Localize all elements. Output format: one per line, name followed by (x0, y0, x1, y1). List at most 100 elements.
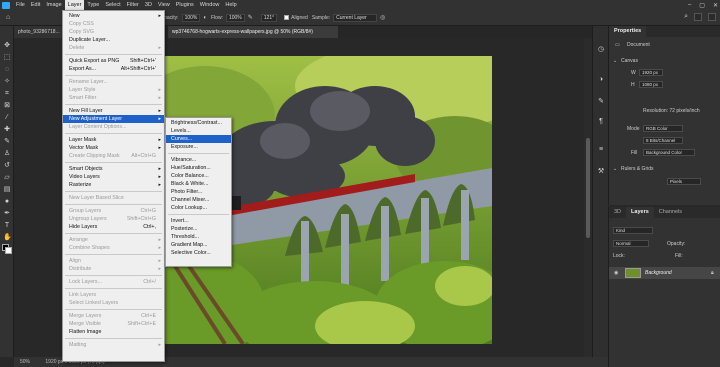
adjustment-item-color-balance[interactable]: Color Balance... (166, 172, 231, 180)
width-field[interactable]: 1920 px (639, 69, 663, 76)
menu-item-quick-export-as-png[interactable]: Quick Export as PNG Shift+Ctrl+' (63, 57, 164, 65)
adjustment-item-vibrance[interactable]: Vibrance... (166, 156, 231, 164)
menu-item-arrange[interactable]: Arrange ▸ (63, 236, 164, 244)
height-field[interactable]: 1080 px (639, 81, 663, 88)
hand-tool-icon[interactable]: ✋ (3, 234, 12, 242)
search-icon[interactable]: ⌕ (684, 13, 688, 21)
airbrush-icon[interactable]: ✎ (248, 14, 253, 21)
tab-3d[interactable]: 3D (609, 207, 626, 218)
menu-help[interactable]: Help (222, 0, 239, 10)
sample-select[interactable]: Current Layer (333, 13, 378, 22)
menu-item-export-as[interactable]: Export As... Alt+Shift+Ctrl+' (63, 65, 164, 73)
menu-item-rename-layer[interactable]: Rename Layer... (63, 78, 164, 86)
menu-item-layer-content-options[interactable]: Layer Content Options... (63, 123, 164, 131)
tab-properties[interactable]: Properties (609, 26, 647, 37)
menu-item-delete[interactable]: Delete ▸ (63, 44, 164, 52)
close-icon[interactable]: ✕ (713, 2, 718, 9)
menu-item-video-layers[interactable]: Video Layers ▸ (63, 173, 164, 181)
eraser-tool-icon[interactable]: ▱ (3, 174, 11, 182)
mode-select[interactable]: RGB Color (643, 125, 683, 132)
menu-image[interactable]: Image (43, 0, 64, 10)
quick-select-tool-icon[interactable]: ✧ (3, 78, 11, 86)
tool-presets-icon[interactable]: ⚒ (597, 168, 605, 176)
menu-file[interactable]: File (13, 0, 28, 10)
gradient-tool-icon[interactable]: ▤ (3, 186, 11, 194)
menu-window[interactable]: Window (197, 0, 223, 10)
menu-item-ungroup-layers[interactable]: Ungroup Layers Shift+Ctrl+G (63, 215, 164, 223)
frame-tool-icon[interactable]: ⊠ (3, 102, 11, 110)
adjustment-item-threshold[interactable]: Threshold... (166, 233, 231, 241)
clone-stamp-tool-icon[interactable]: ⌂ (6, 14, 10, 21)
menu-item-new-layer-based-slice[interactable]: New Layer Based Slice (63, 194, 164, 202)
adjustment-item-hue-saturation[interactable]: Hue/Saturation... (166, 164, 231, 172)
units-select[interactable]: Pixels (667, 178, 701, 185)
lasso-tool-icon[interactable]: ◌ (3, 66, 11, 74)
menu-item-duplicate-layer[interactable]: Duplicate Layer... (63, 36, 164, 44)
menu-item-merge-visible[interactable]: Merge Visible Shift+Ctrl+E (63, 320, 164, 328)
workspace-button[interactable] (694, 13, 702, 21)
menu-item-smart-filter[interactable]: Smart Filter ▸ (63, 94, 164, 102)
canvas-vertical-scrollbar[interactable] (584, 38, 592, 357)
marquee-tool-icon[interactable]: ⬚ (3, 54, 11, 62)
angle-field[interactable]: 121° (260, 13, 278, 22)
menu-item-flatten-image[interactable]: Flatten Image (63, 328, 164, 336)
maximize-icon[interactable]: ▢ (699, 2, 705, 9)
menu-item-copy-svg[interactable]: Copy SVG (63, 28, 164, 36)
background-color-swatch[interactable] (5, 247, 12, 254)
history-brush-tool-icon[interactable]: ↺ (3, 162, 11, 170)
adjustment-item-levels[interactable]: Levels... (166, 127, 231, 135)
scrollbar-thumb[interactable] (586, 138, 590, 238)
adjustment-item-gradient-map[interactable]: Gradient Map... (166, 241, 231, 249)
flow-field[interactable]: 100% (225, 13, 245, 22)
menu-item-smart-objects[interactable]: Smart Objects ▸ (63, 165, 164, 173)
lock-icon[interactable]: 🔒︎ (711, 270, 714, 276)
share-button[interactable] (708, 13, 716, 21)
menu-item-new-adjustment-layer[interactable]: New Adjustment Layer ▸ (63, 115, 164, 123)
adjustments-icon[interactable]: ◑ (597, 76, 605, 84)
adjustment-item-photo-filter[interactable]: Photo Filter... (166, 188, 231, 196)
layer-row-background[interactable]: ◉ Background 🔒︎ (609, 267, 720, 279)
brush-tool-icon[interactable]: ✎ (3, 138, 11, 146)
canvas-section-chevron-icon[interactable]: ⌄ (613, 58, 617, 64)
bit-depth-select[interactable]: 8 Bits/Channel (643, 137, 683, 144)
visibility-eye-icon[interactable]: ◉ (614, 270, 618, 276)
menu-item-new-fill-layer[interactable]: New Fill Layer ▸ (63, 107, 164, 115)
adjustment-item-invert[interactable]: Invert... (166, 217, 231, 225)
minimize-icon[interactable]: – (688, 2, 691, 8)
menu-item-group-layers[interactable]: Group Layers Ctrl+G (63, 207, 164, 215)
menu-item-layer-style[interactable]: Layer Style ▸ (63, 86, 164, 94)
menu-select[interactable]: Select (102, 0, 123, 10)
menu-item-merge-layers[interactable]: Merge Layers Ctrl+E (63, 312, 164, 320)
adjustment-item-color-lookup[interactable]: Color Lookup... (166, 204, 231, 212)
menu-item-new[interactable]: New ▸ (63, 12, 164, 20)
blend-mode-select[interactable]: Normal (613, 240, 649, 247)
adjustment-item-selective-color[interactable]: Selective Color... (166, 249, 231, 257)
ignore-adjustment-icon[interactable]: ◎ (380, 14, 385, 21)
tab-layers[interactable]: Layers (626, 207, 654, 218)
menu-item-vector-mask[interactable]: Vector Mask ▸ (63, 144, 164, 152)
tab-channels[interactable]: Channels (654, 207, 687, 218)
healing-brush-tool-icon[interactable]: ✚ (3, 126, 11, 134)
menu-item-align[interactable]: Align ▸ (63, 257, 164, 265)
menu-item-link-layers[interactable]: Link Layers (63, 291, 164, 299)
menu-item-distribute[interactable]: Distribute ▸ (63, 265, 164, 273)
menu-type[interactable]: Type (84, 0, 102, 10)
menu-item-combine-shapes[interactable]: Combine Shapes ▸ (63, 244, 164, 252)
menu-item-select-linked-layers[interactable]: Select Linked Layers (63, 299, 164, 307)
crop-tool-icon[interactable]: ⌗ (3, 90, 11, 98)
menu-3d[interactable]: 3D (142, 0, 155, 10)
adjustment-item-exposure[interactable]: Exposure... (166, 143, 231, 151)
opacity-field[interactable]: 100% (181, 13, 201, 22)
menu-layer[interactable]: Layer (64, 0, 85, 10)
menu-item-hide-layers[interactable]: Hide Layers Ctrl+, (63, 223, 164, 231)
adjustment-item-brightness-contrast[interactable]: Brightness/Contrast... (166, 119, 231, 127)
tab-hogwarts-express[interactable]: wp3746768-hogwarts-express-wallpapers.jp… (168, 26, 338, 38)
menu-plugins[interactable]: Plugins (173, 0, 197, 10)
rulers-section-chevron-icon[interactable]: ⌄ (613, 166, 617, 172)
menu-item-lock-layers[interactable]: Lock Layers... Ctrl+/ (63, 278, 164, 286)
aligned-checkbox[interactable] (284, 15, 290, 20)
menu-item-matting[interactable]: Matting ▸ (63, 341, 164, 349)
menu-edit[interactable]: Edit (28, 0, 43, 10)
adjustment-item-channel-mixer[interactable]: Channel Mixer... (166, 196, 231, 204)
zoom-level[interactable]: 50% (20, 359, 30, 365)
